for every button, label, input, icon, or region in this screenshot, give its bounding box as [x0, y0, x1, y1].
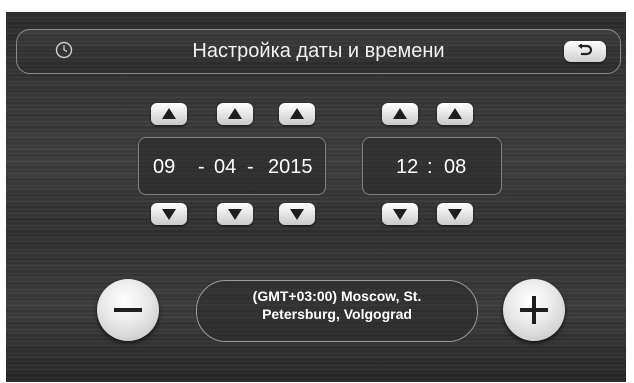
month-value: 04	[214, 156, 237, 178]
minute-value: 08	[444, 156, 467, 178]
triangle-down-icon	[393, 209, 407, 220]
year-down-button[interactable]	[279, 203, 315, 225]
triangle-down-icon	[290, 209, 304, 220]
date-time-settings-screen: Настройка даты и времени 09 - 04 - 2015 …	[6, 12, 626, 382]
day-value: 09	[153, 156, 176, 178]
minus-icon	[114, 308, 142, 312]
plus-icon	[520, 296, 548, 324]
hour-down-button[interactable]	[382, 203, 418, 225]
hour-value: 12	[396, 156, 419, 178]
triangle-down-icon	[162, 209, 176, 220]
back-button[interactable]	[564, 41, 606, 62]
timezone-prev-button[interactable]	[97, 279, 159, 341]
minute-down-button[interactable]	[437, 203, 473, 225]
minute-up-button[interactable]	[437, 103, 473, 125]
triangle-down-icon	[228, 209, 242, 220]
timezone-line-1: (GMT+03:00) Moscow, St.	[252, 288, 422, 304]
day-up-button[interactable]	[151, 103, 187, 125]
month-down-button[interactable]	[217, 203, 253, 225]
page-title: Настройка даты и времени	[192, 40, 445, 62]
date-separator: -	[247, 156, 254, 178]
triangle-up-icon	[393, 108, 407, 119]
month-up-button[interactable]	[217, 103, 253, 125]
timezone-next-button[interactable]	[503, 279, 565, 341]
back-arrow-icon	[578, 44, 593, 56]
hour-up-button[interactable]	[382, 103, 418, 125]
triangle-down-icon	[448, 209, 462, 220]
date-separator: -	[198, 156, 205, 178]
title-bar: Настройка даты и времени	[16, 29, 621, 74]
triangle-up-icon	[290, 108, 304, 119]
timezone-display: (GMT+03:00) Moscow, St. Petersburg, Volg…	[196, 280, 478, 342]
triangle-up-icon	[228, 108, 242, 119]
triangle-up-icon	[448, 108, 462, 119]
time-display: 12 : 08	[362, 137, 502, 195]
triangle-up-icon	[162, 108, 176, 119]
timezone-line-2: Petersburg, Volgograd	[262, 306, 412, 322]
time-separator: :	[427, 156, 433, 178]
year-value: 2015	[268, 156, 313, 178]
date-display: 09 - 04 - 2015	[138, 137, 326, 195]
year-up-button[interactable]	[279, 103, 315, 125]
day-down-button[interactable]	[151, 203, 187, 225]
